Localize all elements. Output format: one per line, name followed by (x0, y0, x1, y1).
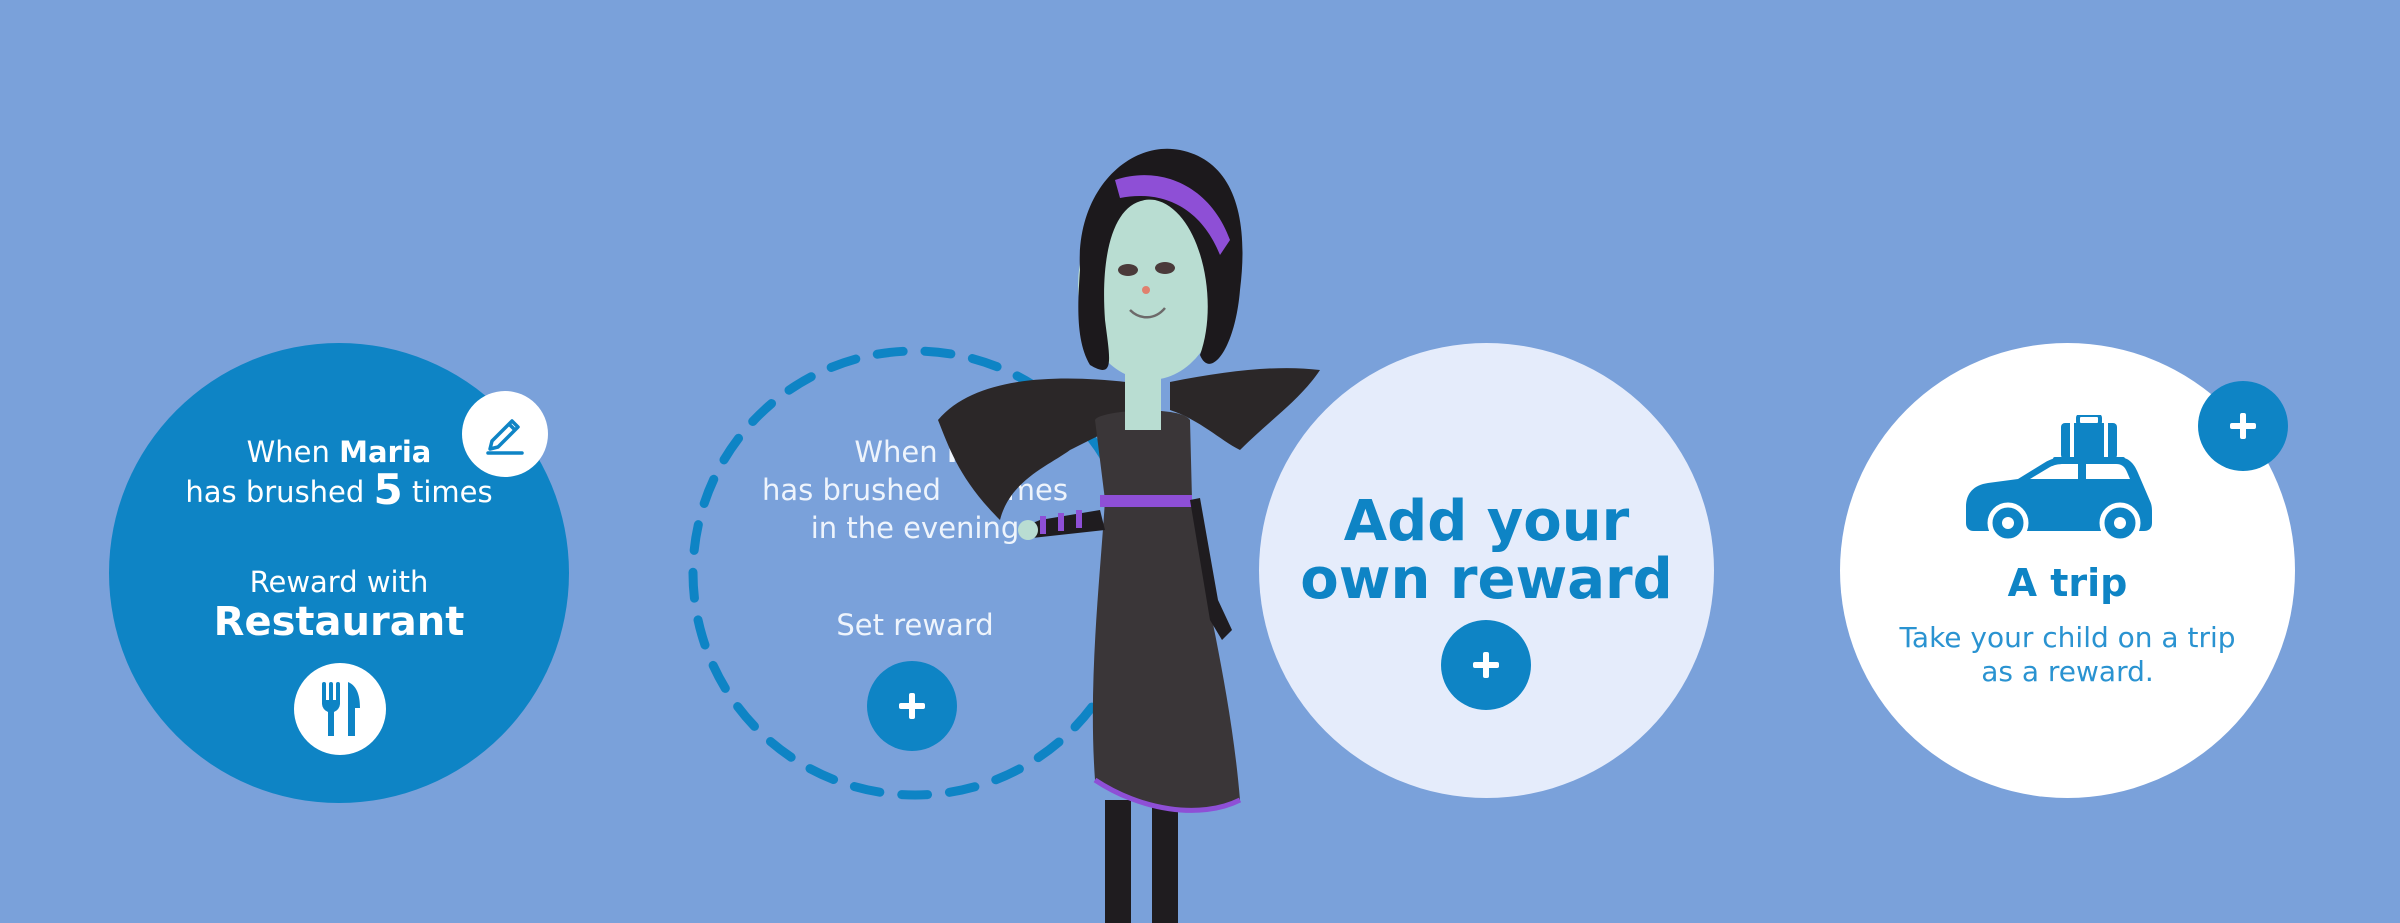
reward-name: Restaurant (213, 599, 465, 645)
child-name: Maria (339, 435, 432, 469)
reward-title: A trip (2007, 561, 2128, 605)
reward-prefix: Reward with (249, 565, 429, 599)
add-custom-reward-button[interactable] (1441, 620, 1531, 710)
condition-suffix: times (411, 475, 493, 509)
rewards-screen: { "reward_card_active": { "condition_pre… (0, 0, 2400, 923)
condition-middle: has brushed (185, 475, 365, 509)
car-with-luggage-icon (1966, 415, 2152, 544)
pencil-icon (486, 419, 524, 455)
plus-icon (1473, 652, 1499, 678)
condition-prefix: When (246, 435, 330, 469)
plus-icon (2230, 413, 2256, 439)
add-trip-reward-button[interactable] (2198, 381, 2288, 471)
brush-count: 5 (373, 465, 403, 514)
vampire-girl-character (938, 148, 1320, 923)
fork-knife-icon (294, 663, 386, 755)
reward-description: Take your child on a trip as a reward. (1899, 621, 2236, 688)
edit-reward-button[interactable] (462, 391, 548, 477)
